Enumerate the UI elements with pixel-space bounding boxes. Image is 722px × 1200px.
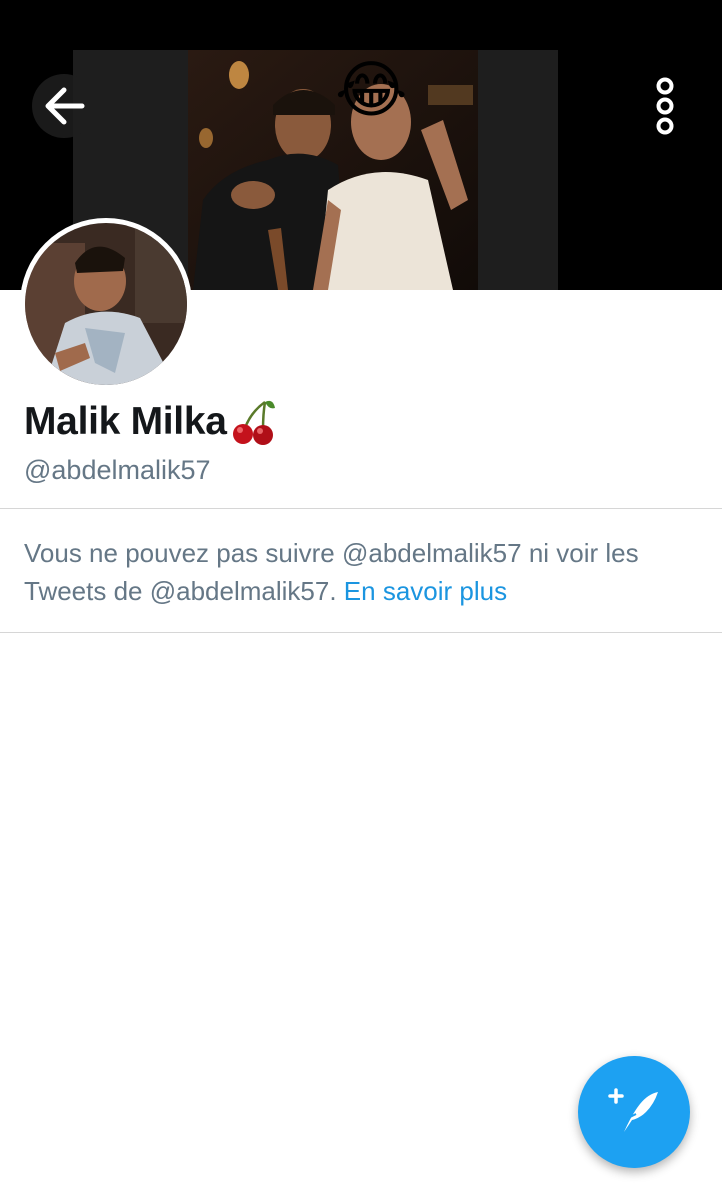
profile-name: Malik Milka [24,400,227,443]
more-options-button[interactable] [640,74,690,138]
banner-emoji-overlay: 😂 [335,56,408,125]
profile-name-row: Malik Milka [24,396,277,448]
learn-more-link[interactable]: En savoir plus [344,576,507,606]
cherry-icon [232,400,275,445]
avatar-image [25,223,187,385]
profile-handle: @abdelmalik57 [24,455,211,485]
blocked-notice: Vous ne pouvez pas suivre @abdelmalik57 … [24,534,704,610]
arrow-left-icon [45,87,85,125]
divider [0,508,722,509]
vertical-dots-icon [656,77,674,135]
back-button[interactable] [32,74,96,138]
compose-tweet-icon [608,1088,658,1132]
notice-text-prefix: Vous ne pouvez pas suivre [24,538,335,568]
divider [0,632,722,633]
profile-avatar[interactable] [20,218,192,390]
compose-tweet-button[interactable] [578,1056,690,1168]
